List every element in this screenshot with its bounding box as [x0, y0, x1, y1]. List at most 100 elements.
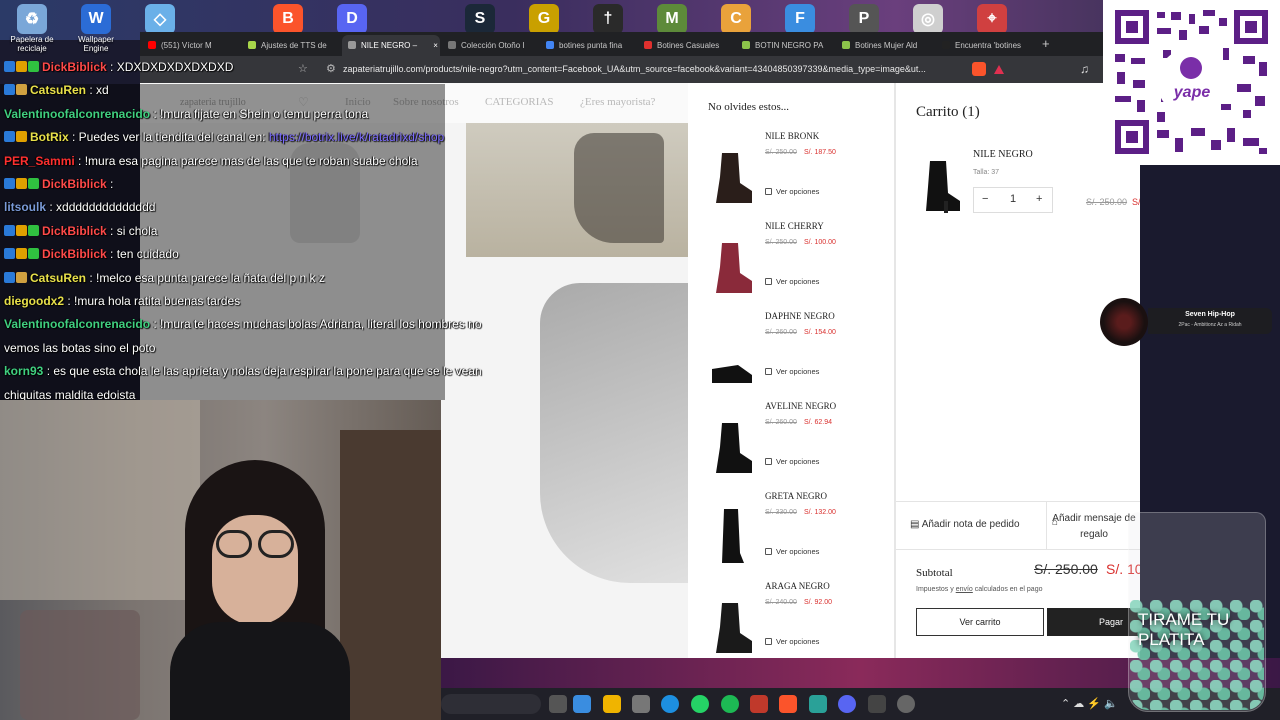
badge-icon — [16, 178, 27, 189]
product-name[interactable]: ARAGA NEGRO — [765, 581, 830, 591]
recycle-bin-shortcut[interactable]: ♻ Papelera de reciclaje — [2, 4, 62, 53]
discord-taskbar-icon[interactable] — [838, 695, 856, 713]
browser-tab[interactable]: Ajustes de TTS de — [242, 35, 340, 56]
badge-icon — [4, 271, 15, 283]
recycle-bin-icon: ♻ — [17, 4, 47, 34]
shortcut-label: Papelera de reciclaje — [10, 35, 54, 53]
browser-tab[interactable]: NILE NEGRO – × — [342, 35, 440, 56]
badge-icon — [28, 248, 39, 260]
taskbar-search[interactable] — [441, 694, 541, 714]
new-tab-icon[interactable]: + — [1042, 36, 1050, 51]
quantity-value[interactable]: 1 — [1010, 193, 1016, 205]
product-old-price: S/. 260.00 — [765, 329, 797, 336]
brave-shortcut[interactable]: B — [258, 4, 318, 34]
store-icon[interactable] — [632, 695, 650, 713]
increase-qty-button[interactable]: + — [1036, 193, 1042, 205]
product-thumbnail[interactable] — [708, 325, 756, 385]
system-tray-icon[interactable]: ⌃ ☁ ⚡ 🔈 — [1061, 697, 1118, 710]
yape-qr-code: yape — [1103, 0, 1280, 165]
discord-icon: D — [337, 4, 367, 34]
brave-rewards-icon[interactable] — [994, 65, 1004, 74]
product-thumbnail[interactable] — [708, 145, 756, 205]
steam-shortcut[interactable]: S — [450, 4, 510, 34]
media-control-icon[interactable]: ♫ — [1080, 62, 1089, 76]
browser-tab[interactable]: botines punta fina — [540, 35, 638, 56]
chat-username: litsoulk — [4, 200, 47, 215]
cart-item-image — [926, 161, 960, 213]
sword-shortcut[interactable]: † — [578, 4, 638, 34]
penguin-shortcut[interactable]: P — [834, 4, 894, 34]
browser-tab[interactable]: Colección Otoño I — [442, 35, 540, 56]
close-tab-icon[interactable]: × — [431, 41, 438, 50]
counter-strike-shortcut[interactable]: C — [706, 4, 766, 34]
shipping-link[interactable]: envío — [956, 586, 973, 593]
view-options-button[interactable]: Ver opciones — [765, 547, 819, 556]
view-options-label: Ver opciones — [776, 277, 820, 286]
app-icon[interactable] — [750, 695, 768, 713]
chat-badges — [4, 130, 28, 144]
tab-bar: (551) Víctor M Ajustes de TTS de NILE NEGR… — [140, 32, 1140, 56]
product-thumbnail[interactable] — [708, 415, 756, 475]
whatsapp-icon[interactable] — [691, 695, 709, 713]
chat-link[interactable]: https://botrix.live/k/ratadrixd/shop — [269, 130, 444, 144]
checkout-button[interactable]: Pagar — [1047, 608, 1140, 636]
chat-text: : !mura esa pagina parece mas de las que… — [74, 153, 418, 168]
product-name[interactable]: GRETA NEGRO — [765, 491, 827, 501]
product-thumbnail[interactable] — [708, 505, 756, 565]
disc-shortcut[interactable]: ◎ — [898, 4, 958, 34]
product-name[interactable]: DAPHNE NEGRO — [765, 311, 835, 321]
favicon-icon — [148, 41, 156, 49]
divider — [896, 549, 1140, 550]
product-thumbnail[interactable] — [708, 595, 756, 655]
chat-badges — [4, 224, 40, 238]
task-view-icon[interactable] — [549, 695, 567, 713]
badge-icon — [4, 178, 15, 189]
browser-tab[interactable]: BOTIN NEGRO PA — [736, 35, 834, 56]
browser-tab[interactable]: Botines Casuales — [638, 35, 736, 56]
spotify-icon[interactable] — [721, 695, 739, 713]
view-options-button[interactable]: Ver opciones — [765, 367, 819, 376]
product-old-price: S/. 330.00 — [765, 509, 797, 516]
app-shortcut[interactable]: ◇ — [130, 4, 190, 34]
product-old-price: S/. 250.00 — [765, 239, 797, 246]
recommended-product: DAPHNE NEGRO S/. 260.00 S/. 154.00 Ver opci… — [688, 311, 894, 401]
wallpaper-engine-shortcut[interactable]: W Wallpaper Engine — [66, 4, 126, 53]
chat-message: korn93 : es que esta chola le las apriet… — [4, 364, 482, 378]
favicon-icon — [448, 41, 456, 49]
edge-icon[interactable] — [661, 695, 679, 713]
product-name[interactable]: AVELINE NEGRO — [765, 401, 836, 411]
discord-shortcut[interactable]: D — [322, 4, 382, 34]
obs-icon[interactable] — [897, 695, 915, 713]
view-options-button[interactable]: Ver opciones — [765, 187, 819, 196]
copilot-icon[interactable] — [573, 695, 591, 713]
decrease-qty-button[interactable]: − — [982, 193, 988, 205]
view-options-button[interactable]: Ver opciones — [765, 277, 819, 286]
cart-item-size: Talla: 37 — [973, 169, 1000, 176]
view-cart-button[interactable]: Ver carrito — [916, 608, 1044, 636]
cart-item-name[interactable]: NILE NEGRO — [973, 149, 1033, 160]
brave-shield-icon[interactable] — [972, 62, 986, 76]
f-shortcut[interactable]: F — [770, 4, 830, 34]
product-name[interactable]: NILE CHERRY — [765, 221, 824, 231]
product-thumbnail[interactable] — [708, 235, 756, 295]
chat-message: Valentinoofalconrenacido : !mura te hace… — [4, 317, 482, 331]
wallpaper-engine-icon: W — [81, 4, 111, 34]
file-explorer-icon[interactable] — [603, 695, 621, 713]
app-icon[interactable] — [809, 695, 827, 713]
gift-message-button[interactable]: ⌂ Añadir mensaje de regalo — [1046, 511, 1140, 543]
nav-wholesale[interactable]: ¿Eres mayorista? — [580, 96, 655, 108]
product-name[interactable]: NILE BRONK — [765, 131, 819, 141]
browser-tab[interactable]: Encuentra 'botines — [936, 35, 1034, 56]
quantity-stepper: − 1 + — [973, 187, 1053, 213]
minecraft-shortcut[interactable]: M — [642, 4, 702, 34]
view-options-button[interactable]: Ver opciones — [765, 457, 819, 466]
game-shortcut[interactable]: G — [514, 4, 574, 34]
browser-tab[interactable]: (551) Víctor M — [142, 35, 240, 56]
view-options-button[interactable]: Ver opciones — [765, 637, 819, 646]
browser-tab[interactable]: Botines Mujer Ald — [836, 35, 934, 56]
order-note-button[interactable]: ▤ Añadir nota de pedido — [910, 519, 1020, 530]
brave-taskbar-icon[interactable] — [779, 695, 797, 713]
maps-shortcut[interactable]: ⌖ — [962, 4, 1022, 34]
favicon-icon — [644, 41, 652, 49]
app-icon[interactable] — [868, 695, 886, 713]
